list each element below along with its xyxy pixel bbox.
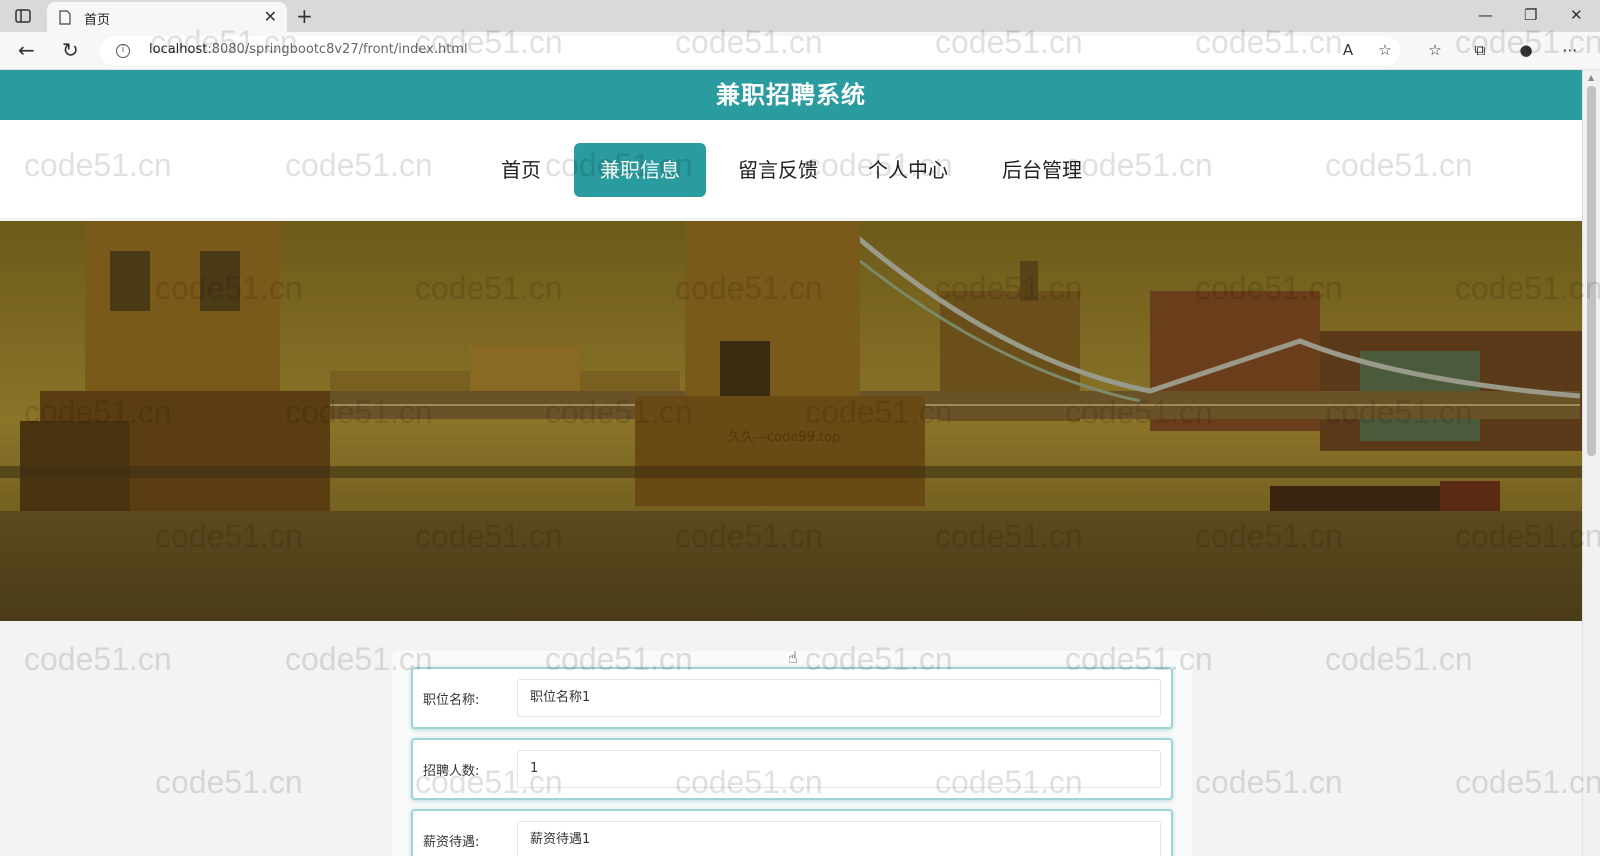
position-label: 职位名称: [423,693,480,708]
browser-tab-strip: 首页 ✕ + — ❐ ✕ [0,0,1600,32]
nav-admin[interactable]: 后台管理 [996,143,1088,197]
sidebar-toggle-icon[interactable] [14,7,32,25]
more-icon[interactable]: ⋯ [1560,40,1580,60]
new-tab-icon[interactable]: + [296,4,313,28]
position-input[interactable]: 职位名称1 [517,679,1161,717]
page-scrollbar[interactable]: ▲ [1582,70,1600,856]
info-icon[interactable]: i [116,44,130,58]
banner-carousel[interactable]: 久久—code99.top [0,221,1582,621]
banner-image [0,221,1582,621]
scroll-thumb[interactable] [1587,86,1596,456]
url-field[interactable]: i localhost:8080/springbootc8v27/front/i… [100,36,1400,66]
main-nav: 首页 兼职信息 留言反馈 个人中心 后台管理 [0,120,1582,218]
back-icon[interactable]: ← [18,38,35,62]
banner-caption: 久久—code99.top [728,430,841,445]
collections-icon[interactable]: ⧉ [1470,40,1490,60]
address-bar: ← ↻ i localhost:8080/springbootc8v27/fro… [0,32,1600,70]
nav-feedback[interactable]: 留言反馈 [732,143,824,197]
nav-parttime-info[interactable]: 兼职信息 [574,143,706,197]
headcount-input[interactable]: 1 [517,750,1161,788]
job-detail-form: 职位名称: 职位名称1 招聘人数: 1 薪资待遇: 薪资待遇1 [392,651,1192,856]
form-row-salary: 薪资待遇: 薪资待遇1 [411,809,1173,856]
hand-cursor-icon: ☝ [788,648,798,667]
reload-icon[interactable]: ↻ [62,38,79,62]
read-aloud-icon[interactable]: A [1338,40,1358,60]
nav-personal-center[interactable]: 个人中心 [862,143,954,197]
nav-home[interactable]: 首页 [494,143,548,197]
site-title: 兼职招聘系统 [716,81,866,109]
close-tab-icon[interactable]: ✕ [264,8,277,26]
form-row-position: 职位名称: 职位名称1 [411,667,1173,729]
minimize-icon[interactable]: — [1478,5,1493,25]
tab-title: 首页 [84,13,111,28]
web-page: 兼职招聘系统 首页 兼职信息 留言反馈 个人中心 后台管理 久久—code99.… [0,70,1582,856]
profile-icon[interactable]: ● [1516,40,1536,60]
salary-input[interactable]: 薪资待遇1 [517,821,1161,856]
favorites-icon[interactable]: ☆ [1425,40,1445,60]
add-favorite-icon[interactable]: ☆ [1375,40,1395,60]
browser-tab[interactable]: 首页 ✕ [47,2,287,32]
headcount-label: 招聘人数: [423,764,480,779]
restore-icon[interactable]: ❐ [1524,5,1537,25]
page-icon [59,10,71,25]
window-close-icon[interactable]: ✕ [1570,5,1583,25]
scroll-up-icon[interactable]: ▲ [1588,73,1594,82]
salary-label: 薪资待遇: [423,835,480,850]
url-text: localhost:8080/springbootc8v27/front/ind… [149,42,468,57]
form-row-headcount: 招聘人数: 1 [411,738,1173,800]
site-header: 兼职招聘系统 [0,70,1582,120]
